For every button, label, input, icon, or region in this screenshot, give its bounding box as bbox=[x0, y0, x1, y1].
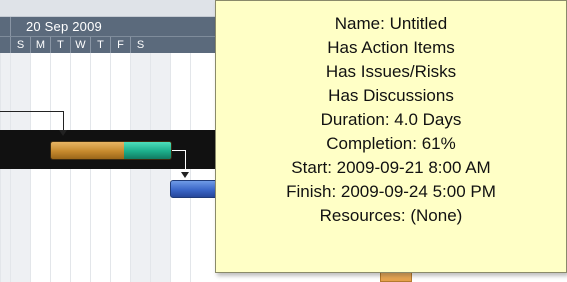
week-label: 20 Sep 2009 bbox=[26, 19, 102, 34]
tooltip-body: Name: Untitled Has Action Items Has Issu… bbox=[216, 1, 566, 228]
tooltip-resources: Resources: (None) bbox=[319, 206, 463, 225]
day-cell-thu: T bbox=[90, 37, 110, 54]
task-bar[interactable] bbox=[50, 141, 172, 160]
day-cell-mon: M bbox=[30, 37, 50, 54]
connector-arrow-icon bbox=[59, 130, 67, 136]
day-cell-wed: W bbox=[70, 37, 90, 54]
day-cell-prev bbox=[0, 37, 10, 54]
tooltip-name: Name: Untitled bbox=[334, 14, 448, 33]
day-cell-fri: F bbox=[110, 37, 130, 54]
day-cell-tue: T bbox=[50, 37, 70, 54]
tooltip-finish: Finish: 2009-09-24 5:00 PM bbox=[286, 182, 496, 201]
tooltip-discussions: Has Discussions bbox=[328, 86, 454, 105]
tooltip-duration: Duration: 4.0 Days bbox=[320, 110, 462, 129]
tooltip-start: Start: 2009-09-21 8:00 AM bbox=[291, 158, 491, 177]
day-cell-sat: S bbox=[130, 37, 150, 54]
tooltip-action-items: Has Action Items bbox=[327, 38, 455, 57]
tooltip-issues-risks: Has Issues/Risks bbox=[325, 62, 457, 81]
predecessor-connector-line bbox=[63, 111, 64, 130]
successor-connector-line bbox=[172, 150, 186, 151]
day-cell-sun: S bbox=[10, 37, 30, 54]
connector-arrow-icon bbox=[181, 172, 189, 178]
predecessor-connector-line bbox=[0, 111, 64, 112]
tooltip-completion: Completion: 61% bbox=[326, 134, 456, 153]
successor-connector-line bbox=[185, 150, 186, 171]
task-tooltip: Name: Untitled Has Action Items Has Issu… bbox=[215, 0, 567, 273]
task-progress-fill bbox=[124, 142, 171, 159]
